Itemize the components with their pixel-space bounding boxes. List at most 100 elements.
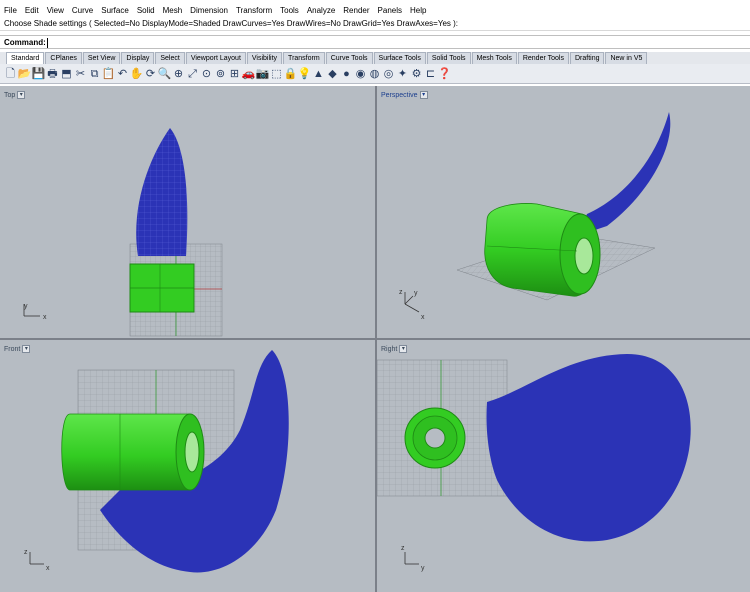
menu-mesh[interactable]: Mesh bbox=[163, 6, 183, 15]
viewport-front[interactable]: Front ▾ z x bbox=[0, 340, 375, 592]
tab-cplanes[interactable]: CPlanes bbox=[45, 52, 82, 64]
tab-visibility[interactable]: Visibility bbox=[246, 52, 283, 64]
axis-label-x: x bbox=[46, 565, 50, 572]
menu-tools[interactable]: Tools bbox=[280, 6, 299, 15]
axis-lines bbox=[404, 552, 419, 565]
menu-solid[interactable]: Solid bbox=[137, 6, 155, 15]
menu-analyze[interactable]: Analyze bbox=[307, 6, 335, 15]
menu-curve[interactable]: Curve bbox=[72, 6, 93, 15]
lock-icon[interactable]: 🔒 bbox=[284, 67, 298, 81]
layer-icon[interactable]: ▲ bbox=[312, 67, 325, 81]
hub-bore bbox=[574, 237, 594, 275]
viewport-menu-arrow-icon[interactable]: ▾ bbox=[17, 91, 26, 99]
copy-icon[interactable]: ⧉ bbox=[88, 67, 101, 81]
menu-render[interactable]: Render bbox=[343, 6, 369, 15]
zoom-extents-icon[interactable]: ⤢ bbox=[186, 67, 199, 81]
tab-curve-tools[interactable]: Curve Tools bbox=[325, 52, 373, 64]
new-icon[interactable]: 🗋 bbox=[4, 67, 17, 81]
tab-transform[interactable]: Transform bbox=[283, 52, 325, 64]
viewport-right[interactable]: Right ▾ z y bbox=[377, 340, 750, 592]
tab-surface-tools[interactable]: Surface Tools bbox=[373, 52, 426, 64]
viewport-label-perspective[interactable]: Perspective ▾ bbox=[381, 91, 428, 99]
viewport-area: Top ▾ y x Perspective ▾ z y x Front ▾ z … bbox=[0, 86, 750, 592]
light-icon[interactable]: 💡 bbox=[298, 67, 312, 81]
zoom-icon[interactable]: 🔍 bbox=[158, 67, 172, 81]
xray-icon[interactable]: ◎ bbox=[382, 67, 395, 81]
standard-toolbar: 🗋 📂 💾 🖶 ⬒ ✂ ⧉ 📋 ↶ ✋ ⟳ 🔍 ⊕ ⤢ ⊙ ⊚ ⊞ 🚗 📷 ⬚ 🔒 💡 ▲ ◆ ● ◉ ◍ ◎ ✦ ⚙ ⊏ ❓ bbox=[0, 64, 750, 84]
shaded-icon[interactable]: ● bbox=[340, 67, 353, 81]
menu-dimension[interactable]: Dimension bbox=[190, 6, 228, 15]
viewport-menu-arrow-icon[interactable]: ▾ bbox=[22, 345, 31, 353]
viewport-menu-arrow-icon[interactable]: ▾ bbox=[419, 91, 428, 99]
viewport-top[interactable]: Top ▾ y x bbox=[0, 86, 375, 338]
viewport-label-right[interactable]: Right ▾ bbox=[381, 345, 408, 353]
menu-transform[interactable]: Transform bbox=[236, 6, 272, 15]
settings-icon[interactable]: ⚙ bbox=[410, 67, 423, 81]
command-prompt-label: Command: bbox=[4, 38, 46, 47]
menu-file[interactable]: File bbox=[4, 6, 17, 15]
tab-select[interactable]: Select bbox=[155, 52, 185, 64]
command-history-text: Choose Shade settings ( Selected=No Disp… bbox=[4, 19, 458, 28]
zoom-all-icon[interactable]: ⊚ bbox=[214, 67, 227, 81]
tab-set-view[interactable]: Set View bbox=[82, 52, 121, 64]
cplane-icon[interactable]: ⊏ bbox=[424, 67, 437, 81]
car-icon[interactable]: 🚗 bbox=[242, 67, 256, 81]
cut-icon[interactable]: ✂ bbox=[74, 67, 87, 81]
viewport-perspective[interactable]: Perspective ▾ z y x bbox=[377, 86, 750, 338]
zoom-selected-icon[interactable]: ⊙ bbox=[200, 67, 213, 81]
blade-surface bbox=[486, 354, 691, 542]
material-icon[interactable]: ◆ bbox=[326, 67, 339, 81]
axis-widget bbox=[29, 552, 44, 565]
ghost-icon[interactable]: ◍ bbox=[368, 67, 381, 81]
tab-render-tools[interactable]: Render Tools bbox=[517, 52, 569, 64]
camera-icon[interactable]: 📷 bbox=[256, 67, 270, 81]
render-sphere-icon[interactable]: ◉ bbox=[354, 67, 367, 81]
help-icon[interactable]: ❓ bbox=[438, 67, 452, 81]
axis-label-x: x bbox=[43, 314, 47, 321]
tab-drafting[interactable]: Drafting bbox=[569, 52, 605, 64]
tab-solid-tools[interactable]: Solid Tools bbox=[426, 52, 471, 64]
tab-viewport-layout[interactable]: Viewport Layout bbox=[185, 52, 246, 64]
tab-display[interactable]: Display bbox=[121, 52, 155, 64]
rotate-view-icon[interactable]: ⟳ bbox=[144, 67, 157, 81]
menu-panels[interactable]: Panels bbox=[378, 6, 402, 15]
text-caret bbox=[46, 37, 48, 48]
save-icon[interactable]: 💾 bbox=[32, 67, 46, 81]
axis-label-z: z bbox=[399, 289, 403, 296]
blade-mesh bbox=[136, 128, 188, 256]
zoom-window-icon[interactable]: ⊕ bbox=[172, 67, 185, 81]
blade-surface bbox=[577, 112, 671, 236]
menu-surface[interactable]: Surface bbox=[101, 6, 129, 15]
axis-label-z: z bbox=[24, 549, 28, 556]
print-icon[interactable]: 🖶 bbox=[46, 67, 59, 81]
hub-bore bbox=[184, 431, 200, 473]
top-view-canvas: y x bbox=[23, 128, 223, 337]
axis-label-y: y bbox=[421, 565, 425, 572]
four-viewports-icon[interactable]: ⊞ bbox=[228, 67, 241, 81]
toolbar-tabs: Standard CPlanes Set View Display Select View… bbox=[0, 52, 750, 64]
select-icon[interactable]: ⬚ bbox=[270, 67, 283, 81]
menu-help[interactable]: Help bbox=[410, 6, 426, 15]
tab-mesh-tools[interactable]: Mesh Tools bbox=[471, 52, 517, 64]
hub-cylinder bbox=[61, 413, 191, 491]
import-icon[interactable]: ⬒ bbox=[60, 67, 73, 81]
tab-new-in-v5[interactable]: New in V5 bbox=[605, 52, 648, 64]
grid-snap-icon[interactable]: ✦ bbox=[396, 67, 409, 81]
perspective-view-canvas: z y x bbox=[399, 112, 671, 321]
hub-bore bbox=[424, 427, 446, 449]
menu-view[interactable]: View bbox=[47, 6, 64, 15]
paste-icon[interactable]: 📋 bbox=[102, 67, 116, 81]
menu-edit[interactable]: Edit bbox=[25, 6, 39, 15]
open-icon[interactable]: 📂 bbox=[18, 67, 32, 81]
undo-icon[interactable]: ↶ bbox=[116, 67, 129, 81]
axis-label-y: y bbox=[414, 290, 418, 297]
tab-standard[interactable]: Standard bbox=[6, 52, 45, 64]
viewport-label-top[interactable]: Top ▾ bbox=[4, 91, 26, 99]
viewport-menu-arrow-icon[interactable]: ▾ bbox=[399, 345, 408, 353]
pan-icon[interactable]: ✋ bbox=[130, 67, 144, 81]
viewport-title: Perspective bbox=[381, 91, 418, 99]
viewport-label-front[interactable]: Front ▾ bbox=[4, 345, 31, 353]
viewport-title: Front bbox=[4, 345, 21, 353]
command-line[interactable]: Command: bbox=[0, 35, 750, 49]
menu-bar: File Edit View Curve Surface Solid Mesh Dimensi… bbox=[0, 4, 750, 16]
